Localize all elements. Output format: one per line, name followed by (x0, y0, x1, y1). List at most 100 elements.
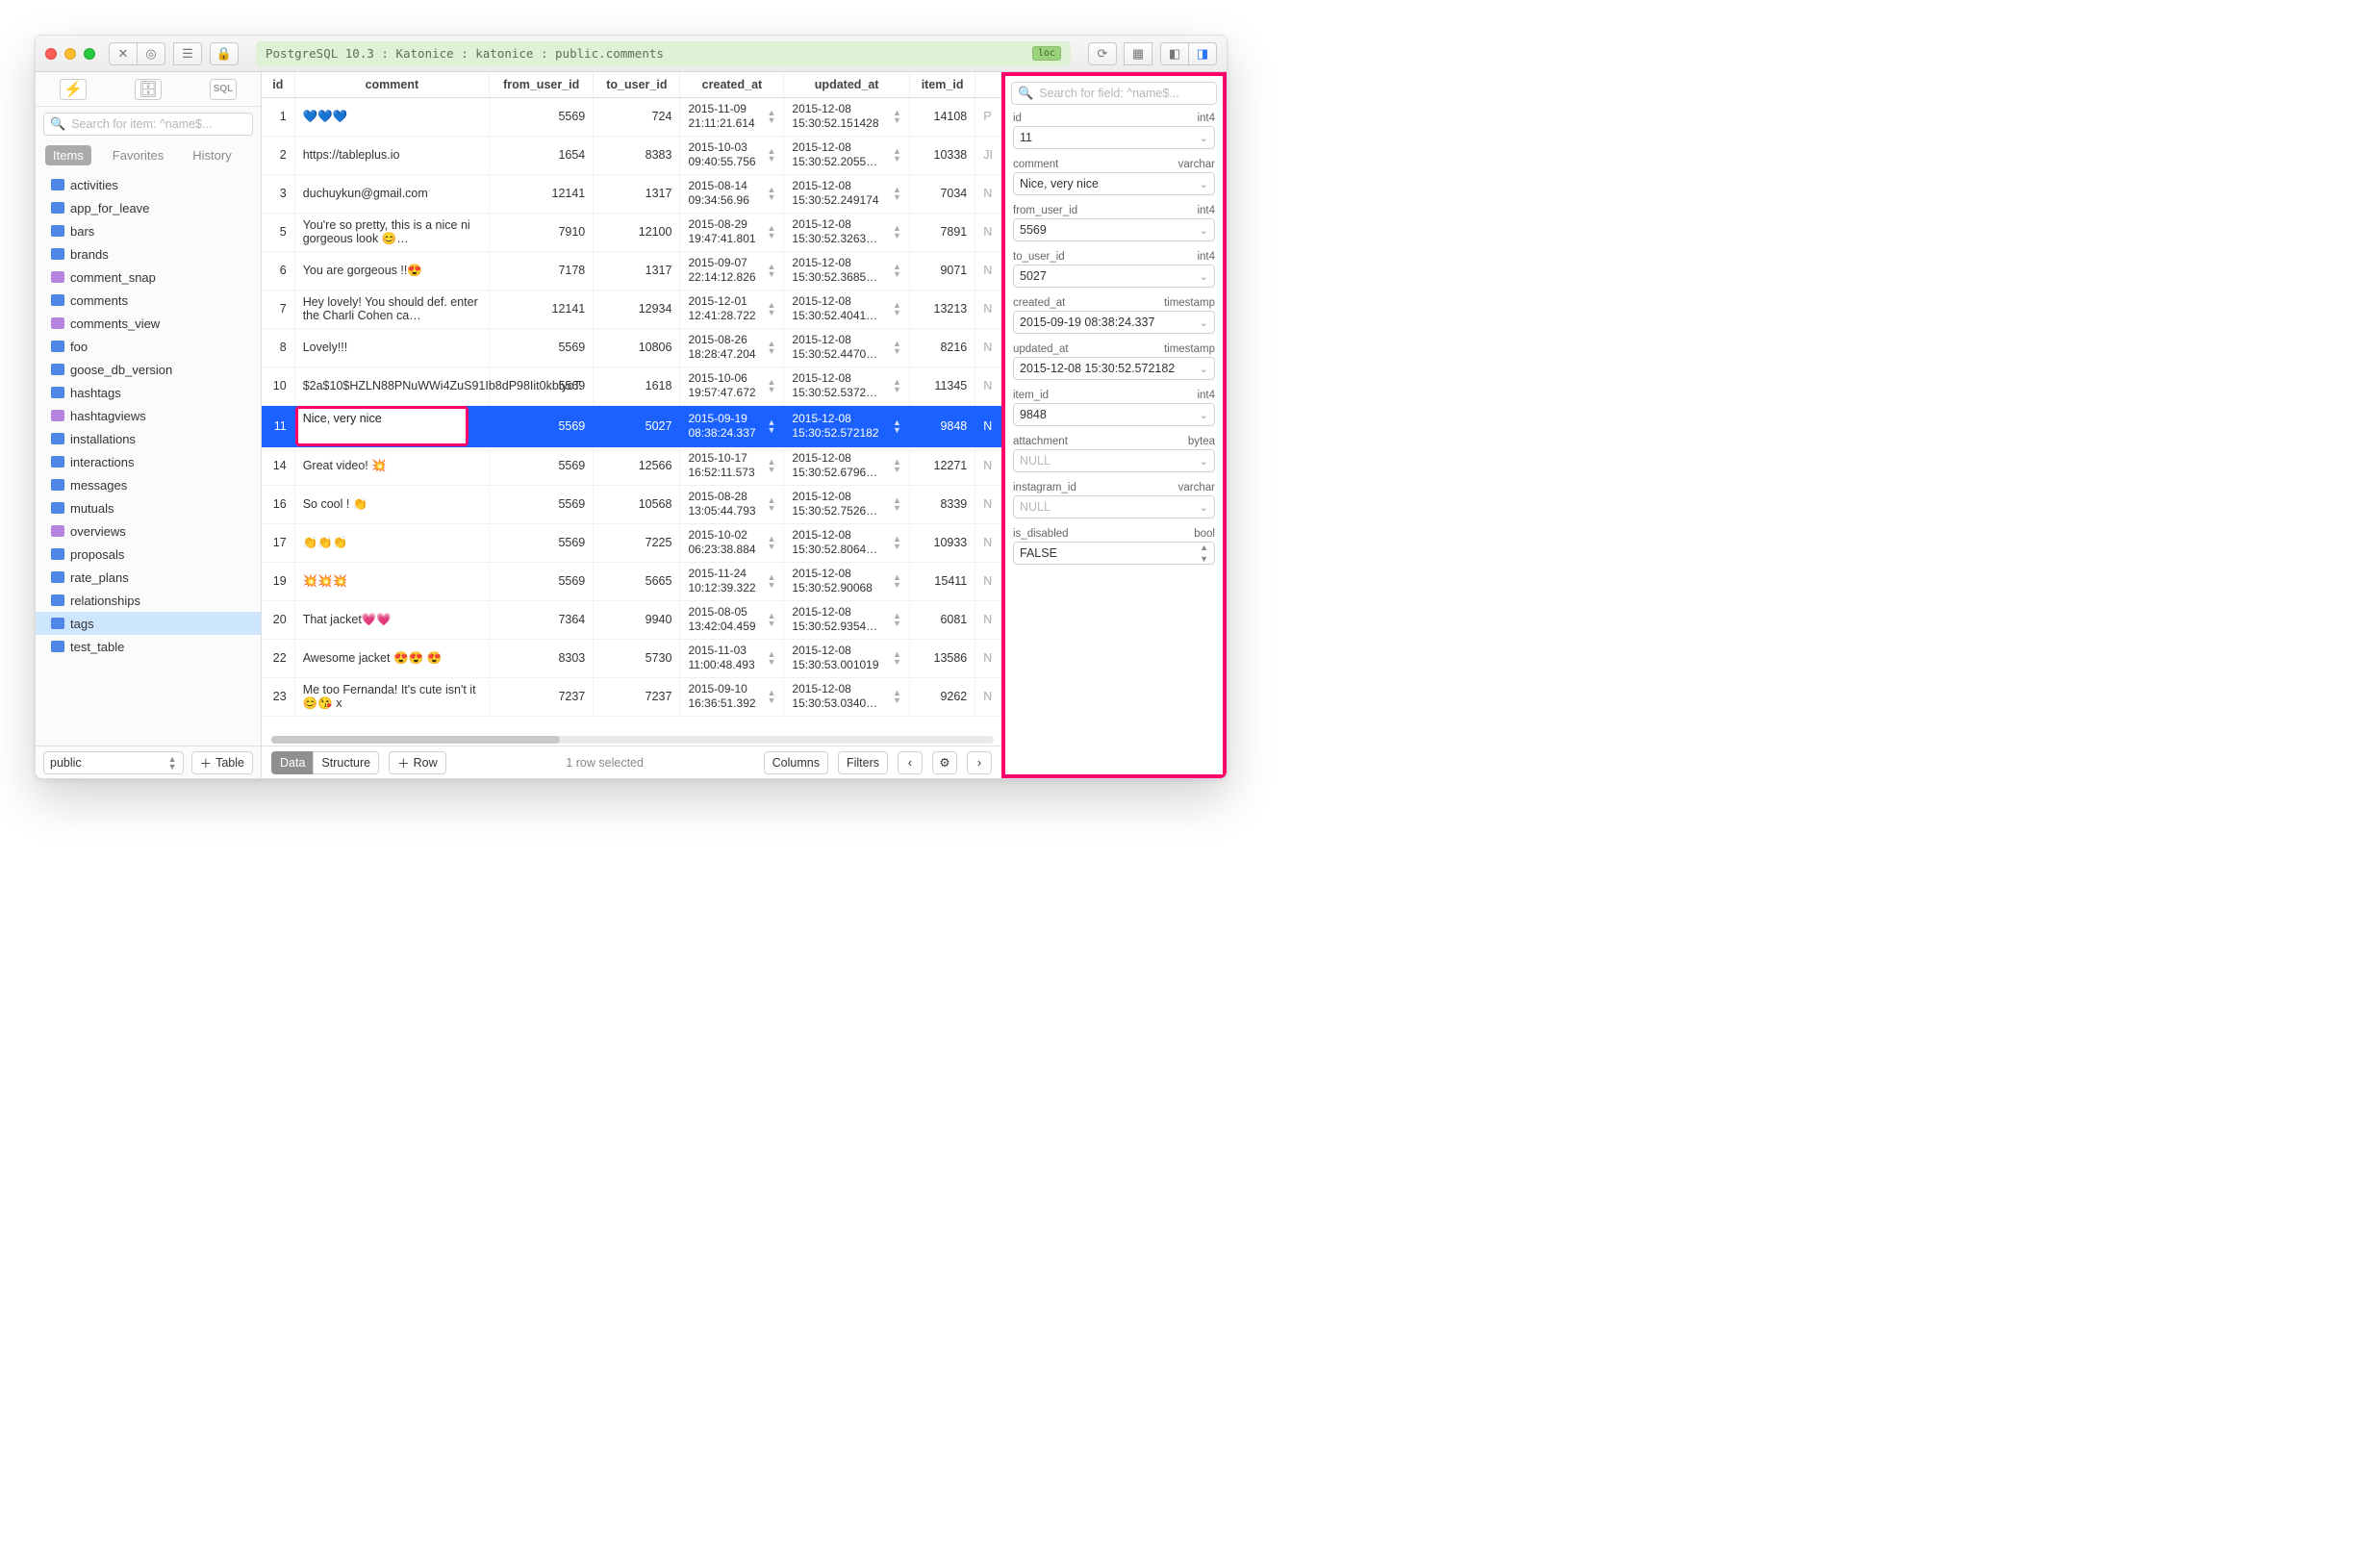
cell-updated-at[interactable]: 2015-12-0815:30:52.3685…▲▼ (784, 251, 909, 290)
left-panel-toggle[interactable]: ◧ (1160, 42, 1189, 65)
cell-created-at[interactable]: 2015-11-0921:11:21.614▲▼ (680, 97, 784, 136)
cell-comment[interactable]: You are gorgeous !!😍 (294, 251, 489, 290)
cell-to-user-id[interactable]: 7225 (594, 523, 680, 562)
sidebar-item-hashtags[interactable]: hashtags (36, 381, 261, 404)
cell-id[interactable]: 3 (262, 174, 294, 213)
table-row[interactable]: 17👏👏👏556972252015-10-0206:23:38.884▲▼201… (262, 523, 1001, 562)
cell-from-user-id[interactable]: 7910 (490, 213, 594, 251)
cell-comment[interactable]: Nice, very nice (294, 405, 489, 446)
cell-item-id[interactable]: 7891 (909, 213, 975, 251)
table-row[interactable]: 16So cool ! 👏5569105682015-08-2813:05:44… (262, 485, 1001, 523)
cell-id[interactable]: 11 (262, 405, 294, 446)
field-input[interactable]: Nice, very nice⌄ (1013, 172, 1215, 195)
cell-updated-at[interactable]: 2015-12-0815:30:52.8064…▲▼ (784, 523, 909, 562)
table-row[interactable]: 10$2a$10$HZLN88PNuWWi4ZuS91Ib8dP98Iit0kb… (262, 367, 1001, 405)
cell-item-id[interactable]: 14108 (909, 97, 975, 136)
breadcrumb[interactable]: PostgreSQL 10.3 : Katonice : katonice : … (256, 41, 1071, 66)
tab-items[interactable]: Items (45, 145, 91, 165)
cell-from-user-id[interactable]: 5569 (490, 523, 594, 562)
cell-from-user-id[interactable]: 5569 (490, 485, 594, 523)
cell-created-at[interactable]: 2015-08-2618:28:47.204▲▼ (680, 328, 784, 367)
cell-id[interactable]: 10 (262, 367, 294, 405)
cell-item-id[interactable]: 8216 (909, 328, 975, 367)
sidebar-item-overviews[interactable]: overviews (36, 519, 261, 543)
cell-from-user-id[interactable]: 8303 (490, 639, 594, 677)
column-header-from_user_id[interactable]: from_user_id (490, 72, 594, 97)
reload-button[interactable]: ⟳ (1088, 42, 1117, 65)
cell-comment[interactable]: So cool ! 👏 (294, 485, 489, 523)
table-row[interactable]: 1💙💙💙55697242015-11-0921:11:21.614▲▼2015-… (262, 97, 1001, 136)
cell-from-user-id[interactable]: 1654 (490, 136, 594, 174)
field-input[interactable]: 2015-09-19 08:38:24.337⌄ (1013, 311, 1215, 334)
table-row[interactable]: 22Awesome jacket 😍😍 😍830357302015-11-031… (262, 639, 1001, 677)
cell-to-user-id[interactable]: 5027 (594, 405, 680, 446)
cell-from-user-id[interactable]: 7237 (490, 677, 594, 716)
field-input[interactable]: 5027⌄ (1013, 265, 1215, 288)
sidebar-item-comments[interactable]: comments (36, 289, 261, 312)
cell-from-user-id[interactable]: 5569 (490, 446, 594, 485)
cell-comment[interactable]: You're so pretty, this is a nice ni gorg… (294, 213, 489, 251)
connection-icon[interactable]: ⚡ (60, 79, 87, 100)
cell-comment[interactable]: That jacket💗💗 (294, 600, 489, 639)
cell-updated-at[interactable]: 2015-12-0815:30:53.001019▲▼ (784, 639, 909, 677)
table-row[interactable]: 11Nice, very nice556950272015-09-1908:38… (262, 405, 1001, 446)
cell-id[interactable]: 14 (262, 446, 294, 485)
cell-created-at[interactable]: 2015-09-0722:14:12.826▲▼ (680, 251, 784, 290)
sidebar-item-messages[interactable]: messages (36, 473, 261, 496)
cell-updated-at[interactable]: 2015-12-0815:30:52.4470…▲▼ (784, 328, 909, 367)
cell-item-id[interactable]: 15411 (909, 562, 975, 600)
settings-button[interactable]: ⚙ (932, 751, 957, 774)
cell-id[interactable]: 8 (262, 328, 294, 367)
sidebar-list[interactable]: activitiesapp_for_leavebarsbrandscomment… (36, 171, 261, 746)
cell-updated-at[interactable]: 2015-12-0815:30:52.2055…▲▼ (784, 136, 909, 174)
data-grid[interactable]: idcommentfrom_user_idto_user_idcreated_a… (262, 72, 1001, 746)
cell-editor[interactable]: Nice, very nice (295, 406, 468, 446)
cell-updated-at[interactable]: 2015-12-0815:30:52.249174▲▼ (784, 174, 909, 213)
prev-page-button[interactable]: ‹ (898, 751, 923, 774)
cell-to-user-id[interactable]: 1618 (594, 367, 680, 405)
cell-item-id[interactable]: 8339 (909, 485, 975, 523)
field-input[interactable]: FALSE▲▼ (1013, 542, 1215, 565)
add-row-button[interactable]: ＋ Row (389, 751, 446, 774)
cell-comment[interactable]: Lovely!!! (294, 328, 489, 367)
cell-to-user-id[interactable]: 1317 (594, 251, 680, 290)
cell-from-user-id[interactable]: 5569 (490, 97, 594, 136)
cell-item-id[interactable]: 12271 (909, 446, 975, 485)
cell-to-user-id[interactable]: 9940 (594, 600, 680, 639)
table-row[interactable]: 23Me too Fernanda! It's cute isn't it 😊😘… (262, 677, 1001, 716)
reveal-button[interactable]: ◎ (137, 42, 165, 65)
field-input[interactable]: 11⌄ (1013, 126, 1215, 149)
data-tab-button[interactable]: Data (271, 751, 314, 774)
database-icon[interactable]: 🗄 (135, 79, 162, 100)
cell-item-id[interactable]: 13213 (909, 290, 975, 328)
column-header-created_at[interactable]: created_at (680, 72, 784, 97)
cell-updated-at[interactable]: 2015-12-0815:30:52.90068▲▼ (784, 562, 909, 600)
cell-comment[interactable]: $2a$10$HZLN88PNuWWi4ZuS91Ib8dP98Iit0kbly… (294, 367, 489, 405)
cell-created-at[interactable]: 2015-08-2919:47:41.801▲▼ (680, 213, 784, 251)
field-input[interactable]: 5569⌄ (1013, 218, 1215, 241)
cell-created-at[interactable]: 2015-12-0112:41:28.722▲▼ (680, 290, 784, 328)
sidebar-item-comments_view[interactable]: comments_view (36, 312, 261, 335)
column-header-comment[interactable]: comment (294, 72, 489, 97)
cell-created-at[interactable]: 2015-10-0309:40:55.756▲▼ (680, 136, 784, 174)
close-icon[interactable] (45, 48, 57, 60)
table-row[interactable]: 14Great video! 💥5569125662015-10-1716:52… (262, 446, 1001, 485)
cell-comment[interactable]: https://tableplus.io (294, 136, 489, 174)
sql-icon[interactable]: SQL (210, 79, 237, 100)
cell-comment[interactable]: Great video! 💥 (294, 446, 489, 485)
table-row[interactable]: 7Hey lovely! You should def. enter the C… (262, 290, 1001, 328)
cell-updated-at[interactable]: 2015-12-0815:30:52.5372…▲▼ (784, 367, 909, 405)
cell-updated-at[interactable]: 2015-12-0815:30:52.4041…▲▼ (784, 290, 909, 328)
table-row[interactable]: 20That jacket💗💗736499402015-08-0513:42:0… (262, 600, 1001, 639)
cell-updated-at[interactable]: 2015-12-0815:30:52.9354…▲▼ (784, 600, 909, 639)
cell-to-user-id[interactable]: 5665 (594, 562, 680, 600)
cell-id[interactable]: 7 (262, 290, 294, 328)
cell-item-id[interactable]: 13586 (909, 639, 975, 677)
lock-button[interactable]: 🔒 (210, 42, 239, 65)
cell-item-id[interactable]: 10933 (909, 523, 975, 562)
sidebar-item-tags[interactable]: tags (36, 612, 261, 635)
cell-comment[interactable]: Me too Fernanda! It's cute isn't it 😊😘 x (294, 677, 489, 716)
column-header-id[interactable]: id (262, 72, 294, 97)
cell-comment[interactable]: Hey lovely! You should def. enter the Ch… (294, 290, 489, 328)
column-header-to_user_id[interactable]: to_user_id (594, 72, 680, 97)
